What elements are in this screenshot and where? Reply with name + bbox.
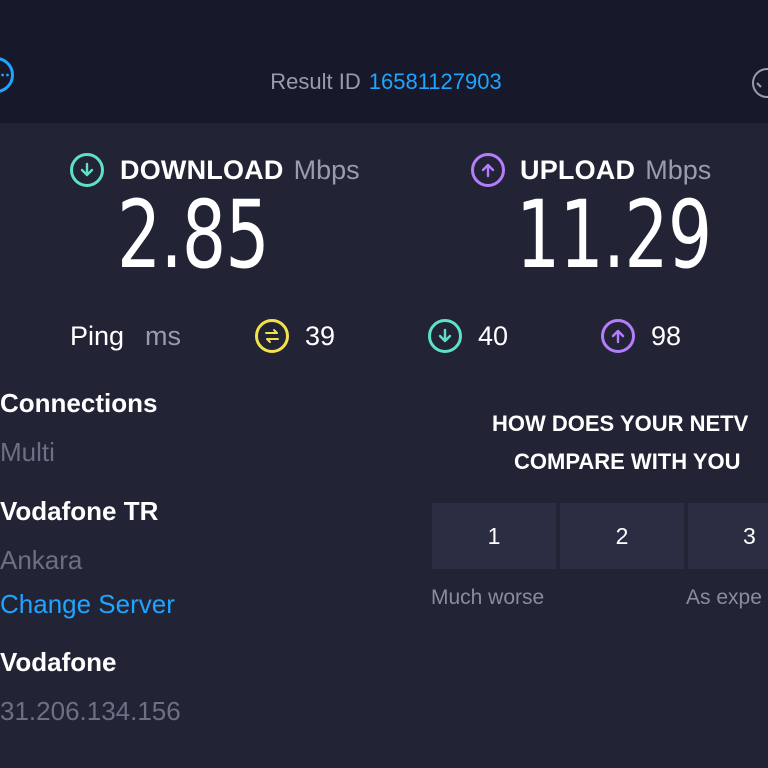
ping-unit: ms — [145, 321, 181, 351]
ping-upload-icon — [601, 319, 635, 353]
server-location: Ankara — [0, 545, 83, 575]
upload-arrow-icon — [471, 153, 505, 187]
upload-speed-value: 11.29 — [516, 181, 712, 290]
ip-address: 31.206.134.156 — [0, 696, 181, 726]
ping-upload-value: 98 — [651, 321, 682, 351]
isp-name: Vodafone — [0, 647, 117, 677]
download-unit: Mbps — [293, 154, 360, 185]
connections-value: Multi — [0, 437, 55, 467]
download-arrow-icon — [70, 153, 104, 187]
ping-idle-icon — [255, 319, 289, 353]
rating-label-3: 3 — [743, 522, 756, 549]
connections-label: Connections — [0, 388, 158, 418]
result-id-row: Result ID 16581127903 — [0, 66, 768, 98]
rating-button-3[interactable]: 3 — [688, 503, 768, 569]
survey-question-line2: COMPARE WITH YOU — [514, 449, 741, 474]
rating-label-1: 1 — [487, 522, 501, 549]
result-id-link[interactable]: 16581127903 — [369, 69, 502, 95]
ping-download-value: 40 — [478, 321, 509, 351]
rating-label-2: 2 — [615, 522, 629, 549]
ping-download-icon — [428, 319, 462, 353]
rating-caption-low: Much worse — [431, 586, 545, 609]
change-server-link[interactable]: Change Server — [0, 587, 175, 621]
survey-question-line1: HOW DOES YOUR NETV — [492, 411, 749, 436]
result-id-label: Result ID — [270, 69, 361, 94]
ping-idle-value: 39 — [305, 321, 336, 351]
top-bar — [0, 0, 768, 123]
server-name: Vodafone TR — [0, 496, 159, 526]
rating-button-1[interactable]: 1 — [432, 503, 556, 569]
rating-button-2[interactable]: 2 — [560, 503, 684, 569]
ping-label: Ping — [70, 321, 125, 351]
rating-caption-mid: As expe — [686, 586, 762, 609]
download-speed-value: 2.85 — [117, 181, 270, 290]
